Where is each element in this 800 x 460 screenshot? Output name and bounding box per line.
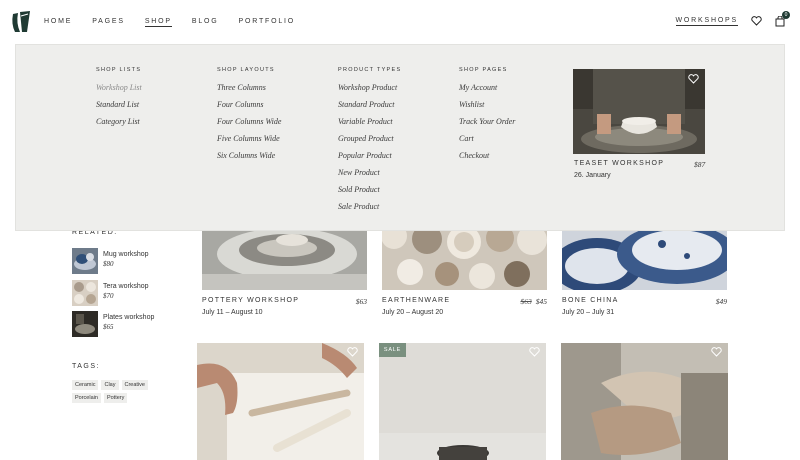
sale-badge: SALE [379, 343, 406, 357]
nav-portfolio[interactable]: PORTFOLIO [239, 18, 296, 27]
product-image[interactable] [197, 343, 364, 460]
featured-workshop-price: $87 [694, 160, 706, 169]
menu-link[interactable]: Workshop Product [338, 84, 401, 92]
header-actions: WORKSHOPS 0 [675, 11, 790, 27]
tags-heading: TAGS: [72, 363, 100, 370]
product-image[interactable] [561, 343, 728, 460]
featured-workshop-date: 26. January [574, 172, 611, 179]
menu-link[interactable]: Track Your Order [459, 118, 515, 126]
related-item[interactable]: Plates workshop $65 [72, 311, 154, 337]
menu-column-title: SHOP PAGES [459, 67, 508, 73]
menu-link[interactable]: Workshop List [96, 84, 142, 92]
menu-link[interactable]: Category List [96, 118, 142, 126]
product-image[interactable] [379, 343, 546, 460]
menu-link[interactable]: Four Columns [217, 101, 281, 109]
nav-shop[interactable]: SHOP [144, 18, 172, 27]
related-name[interactable]: Mug workshop [103, 251, 149, 258]
nav-blog[interactable]: BLOG [192, 18, 219, 27]
product-title[interactable]: BONE CHINA [562, 297, 619, 304]
main-nav: HOME PAGES SHOP BLOG PORTFOLIO [44, 18, 315, 27]
related-price: $65 [103, 323, 114, 331]
related-item[interactable]: Mug workshop $80 [72, 248, 149, 274]
wishlist-heart-icon[interactable] [347, 347, 358, 357]
product-date: July 20 – July 31 [562, 309, 615, 316]
related-thumbnail[interactable] [72, 311, 98, 337]
featured-workshop-image[interactable] [573, 69, 705, 154]
wishlist-icon[interactable] [750, 15, 762, 27]
product-date: July 20 – August 20 [382, 309, 444, 316]
cart-count-badge: 0 [782, 11, 790, 19]
menu-column-shop-lists: SHOP LISTS Workshop List Standard List C… [96, 67, 142, 135]
product-title[interactable]: POTTERY WORKSHOP [202, 297, 299, 304]
menu-link[interactable]: New Product [338, 169, 401, 177]
menu-link[interactable]: Variable Product [338, 118, 401, 126]
cart-icon[interactable]: 0 [774, 11, 790, 27]
menu-column-title: SHOP LISTS [96, 67, 142, 73]
product-price-group: $63 $45 [507, 297, 548, 306]
product-price: $45 [535, 297, 547, 306]
nav-home[interactable]: HOME [44, 18, 72, 27]
menu-link[interactable]: Sale Product [338, 203, 401, 211]
nav-pages[interactable]: PAGES [92, 18, 125, 27]
related-thumbnail[interactable] [72, 248, 98, 274]
menu-link[interactable]: Wishlist [459, 101, 515, 109]
menu-link[interactable]: Checkout [459, 152, 515, 160]
menu-link[interactable]: Standard List [96, 101, 142, 109]
product-date: July 11 – August 10 [202, 309, 263, 316]
related-thumbnail[interactable] [72, 280, 98, 306]
wishlist-heart-icon[interactable] [688, 74, 699, 84]
tag[interactable]: Pottery [103, 393, 128, 403]
menu-link[interactable]: Cart [459, 135, 515, 143]
product-title[interactable]: EARTHENWARE [382, 297, 450, 304]
site-header: HOME PAGES SHOP BLOG PORTFOLIO WORKSHOPS… [0, 0, 800, 44]
menu-column-shop-layouts: SHOP LAYOUTS Three Columns Four Columns … [217, 67, 281, 169]
tag[interactable]: Clay [101, 380, 119, 390]
related-item[interactable]: Tera workshop $70 [72, 280, 149, 306]
related-price: $70 [103, 292, 114, 300]
product-price: $49 [715, 297, 727, 306]
related-name[interactable]: Plates workshop [103, 314, 154, 321]
menu-link[interactable]: Grouped Product [338, 135, 401, 143]
menu-column-product-types: PRODUCT TYPES Workshop Product Standard … [338, 67, 401, 220]
menu-link[interactable]: Six Columns Wide [217, 152, 281, 160]
menu-column-title: PRODUCT TYPES [338, 67, 402, 73]
product-old-price: $63 [520, 297, 532, 306]
tag-cloud: Ceramic Clay Creative Porcelain Pottery [72, 380, 162, 403]
workshops-link[interactable]: WORKSHOPS [675, 17, 738, 26]
tag[interactable]: Ceramic [72, 380, 99, 390]
menu-column-shop-pages: SHOP PAGES My Account Wishlist Track You… [459, 67, 515, 169]
menu-link[interactable]: Five Columns Wide [217, 135, 281, 143]
menu-column-title: SHOP LAYOUTS [217, 67, 275, 73]
related-price: $80 [103, 260, 114, 268]
menu-link[interactable]: Sold Product [338, 186, 401, 194]
menu-link[interactable]: Four Columns Wide [217, 118, 281, 126]
menu-link[interactable]: Standard Product [338, 101, 401, 109]
tag[interactable]: Creative [121, 380, 148, 390]
product-price: $63 [355, 297, 367, 306]
featured-workshop-title[interactable]: TEASET WORKSHOP [574, 160, 664, 167]
tag[interactable]: Porcelain [72, 393, 101, 403]
shop-mega-menu: SHOP LISTS Workshop List Standard List C… [15, 44, 785, 231]
logo-icon[interactable] [10, 10, 32, 34]
menu-link[interactable]: Popular Product [338, 152, 401, 160]
related-name[interactable]: Tera workshop [103, 283, 149, 290]
wishlist-heart-icon[interactable] [711, 347, 722, 357]
wishlist-heart-icon[interactable] [529, 347, 540, 357]
menu-link[interactable]: Three Columns [217, 84, 281, 92]
menu-link[interactable]: My Account [459, 84, 515, 92]
